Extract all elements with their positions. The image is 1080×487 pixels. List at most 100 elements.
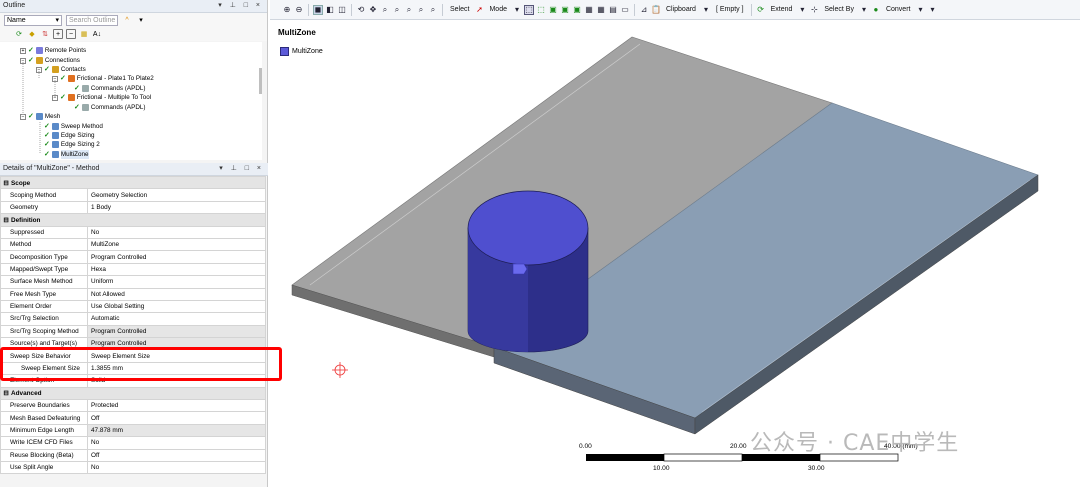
- details-row[interactable]: Src/Trg Selection Automatic: [0, 312, 266, 326]
- details-row[interactable]: Reuse Blocking (Beta) Off: [0, 448, 266, 463]
- 3d-model-view[interactable]: [270, 20, 1080, 487]
- vertex-select-icon[interactable]: ⬚: [523, 4, 534, 15]
- property-value[interactable]: Geometry Selection: [87, 188, 266, 202]
- details-row[interactable]: Decomposition Type Program Controlled: [0, 250, 266, 264]
- property-value[interactable]: Use Global Setting: [87, 299, 266, 314]
- zoom-box-icon[interactable]: ⌕: [392, 5, 402, 15]
- details-row[interactable]: Element Order Use Global Setting: [0, 299, 266, 314]
- property-value[interactable]: Hexa: [87, 262, 266, 277]
- property-value[interactable]: 1 Body: [87, 200, 266, 215]
- property-value[interactable]: No: [87, 225, 266, 239]
- details-row[interactable]: Src/Trg Scoping Method Program Controlled: [0, 324, 266, 339]
- property-value[interactable]: Program Controlled: [87, 250, 266, 264]
- details-group-advanced[interactable]: ⊟ Advanced: [0, 386, 266, 401]
- select-button[interactable]: Select: [447, 6, 472, 13]
- zoom-out-icon[interactable]: ⊖: [294, 5, 304, 15]
- property-value[interactable]: Not Allowed: [87, 287, 266, 301]
- convert-button[interactable]: Convert: [883, 6, 914, 13]
- details-row[interactable]: Surface Mesh Method Uniform: [0, 275, 266, 289]
- property-value[interactable]: MultiZone: [87, 237, 266, 252]
- details-row[interactable]: Free Mesh Type Not Allowed: [0, 287, 266, 301]
- property-value[interactable]: No: [87, 460, 266, 475]
- collapse-group-icon[interactable]: ⊟: [3, 179, 9, 187]
- property-value[interactable]: Protected: [87, 399, 266, 413]
- panel-pin-controls[interactable]: ▾ ⊥ □ ×: [218, 0, 263, 12]
- details-row[interactable]: Method MultiZone: [0, 237, 266, 252]
- zoom-all-icon[interactable]: ⌕: [416, 5, 426, 15]
- collapse-group-icon[interactable]: ⊟: [3, 389, 9, 397]
- face-select-icon[interactable]: ▣: [548, 5, 558, 15]
- details-row[interactable]: Geometry 1 Body: [0, 200, 266, 215]
- mode-button[interactable]: Mode: [486, 6, 510, 13]
- cursor-icon[interactable]: ➚: [474, 5, 484, 15]
- toolbar-overflow-icon[interactable]: ▾: [927, 5, 937, 15]
- property-value[interactable]: Automatic: [87, 312, 266, 326]
- details-row[interactable]: Mapped/Swept Type Hexa: [0, 262, 266, 277]
- select-by-dropdown-icon[interactable]: ▾: [859, 5, 869, 15]
- edge-select-icon[interactable]: ⬚: [536, 5, 546, 15]
- sort-alpha-icon[interactable]: A↓: [92, 29, 102, 39]
- zoom-icon[interactable]: ⌕: [380, 5, 390, 15]
- magnifier-icon[interactable]: ⌕: [428, 5, 438, 15]
- wireframe-icon[interactable]: ◫: [337, 5, 347, 15]
- panel-pin-controls[interactable]: ▾ ⊥ □ ×: [219, 163, 264, 175]
- pan-icon[interactable]: ✥: [368, 5, 378, 15]
- cube-view-icon[interactable]: ◼: [313, 4, 323, 15]
- mesh-select-icon[interactable]: ▤: [608, 5, 618, 15]
- clipboard-icon[interactable]: 📋: [651, 5, 661, 15]
- extend-button[interactable]: Extend: [768, 6, 796, 13]
- refresh-icon[interactable]: ⟳: [14, 29, 24, 39]
- details-row[interactable]: Minimum Edge Length 47.878 mm: [0, 423, 266, 438]
- details-row[interactable]: Suppressed No: [0, 225, 266, 239]
- body-select-icon[interactable]: ▣: [560, 5, 570, 15]
- details-group-definition[interactable]: ⊟ Definition: [0, 213, 266, 227]
- rotate-icon[interactable]: ⟲: [356, 5, 366, 15]
- mode-dropdown-icon[interactable]: ▾: [512, 5, 522, 15]
- details-row[interactable]: Preserve Boundaries Protected: [0, 399, 266, 413]
- filter-icon[interactable]: ▦: [79, 29, 89, 39]
- clipboard-dropdown-icon[interactable]: ▾: [701, 5, 711, 15]
- property-name: Method: [0, 237, 88, 252]
- details-row[interactable]: Write ICEM CFD Files No: [0, 436, 266, 450]
- details-row[interactable]: Scoping Method Geometry Selection: [0, 188, 266, 202]
- details-row[interactable]: Mesh Based Defeaturing Off: [0, 411, 266, 425]
- element-select-icon[interactable]: ▦: [584, 5, 594, 15]
- name-select[interactable]: Name ▾: [4, 14, 62, 26]
- shaded-icon[interactable]: ◧: [325, 5, 335, 15]
- extend-icon[interactable]: ⟳: [756, 5, 766, 15]
- property-value[interactable]: 47.878 mm: [87, 423, 266, 438]
- collapse-group-icon[interactable]: ⊟: [3, 216, 9, 224]
- select-by-button[interactable]: Select By: [821, 6, 857, 13]
- dropdown-icon[interactable]: ▾: [136, 15, 146, 25]
- property-value[interactable]: Uniform: [87, 275, 266, 289]
- property-value[interactable]: No: [87, 436, 266, 450]
- tag-icon[interactable]: ◆: [27, 29, 37, 39]
- property-value[interactable]: Program Controlled: [87, 324, 266, 339]
- label-icon[interactable]: ▭: [620, 5, 630, 15]
- select-by-icon[interactable]: ⊹: [809, 5, 819, 15]
- sort-icon[interactable]: ⇅: [40, 29, 50, 39]
- expand-icon[interactable]: +: [53, 29, 63, 39]
- property-name: Geometry: [0, 200, 88, 215]
- chart-icon[interactable]: ⊿: [639, 5, 649, 15]
- element-face-select-icon[interactable]: ▦: [596, 5, 606, 15]
- property-value[interactable]: Off: [87, 448, 266, 463]
- collapse-icon[interactable]: −: [66, 29, 76, 39]
- clipboard-button[interactable]: Clipboard: [663, 6, 699, 13]
- extend-dropdown-icon[interactable]: ▾: [797, 5, 807, 15]
- search-options-icon[interactable]: ^: [122, 15, 132, 25]
- property-name: Preserve Boundaries: [0, 399, 88, 413]
- property-value[interactable]: Off: [87, 411, 266, 425]
- details-row[interactable]: Use Split Angle No: [0, 460, 266, 475]
- convert-icon[interactable]: ●: [871, 5, 881, 15]
- property-name: Minimum Edge Length: [0, 423, 88, 438]
- outline-scrollbar[interactable]: [259, 68, 262, 94]
- zoom-in-icon[interactable]: ⊕: [282, 5, 292, 15]
- search-outline-input[interactable]: Search Outline: [66, 14, 118, 26]
- watermark: 公众号 · CAE中学生: [750, 431, 960, 456]
- outline-title: Outline: [3, 2, 26, 9]
- details-group-scope[interactable]: ⊟ Scope: [0, 175, 266, 190]
- convert-dropdown-icon[interactable]: ▾: [915, 5, 925, 15]
- node-select-icon[interactable]: ▣: [572, 5, 582, 15]
- zoom-fit-icon[interactable]: ⌕: [404, 5, 414, 15]
